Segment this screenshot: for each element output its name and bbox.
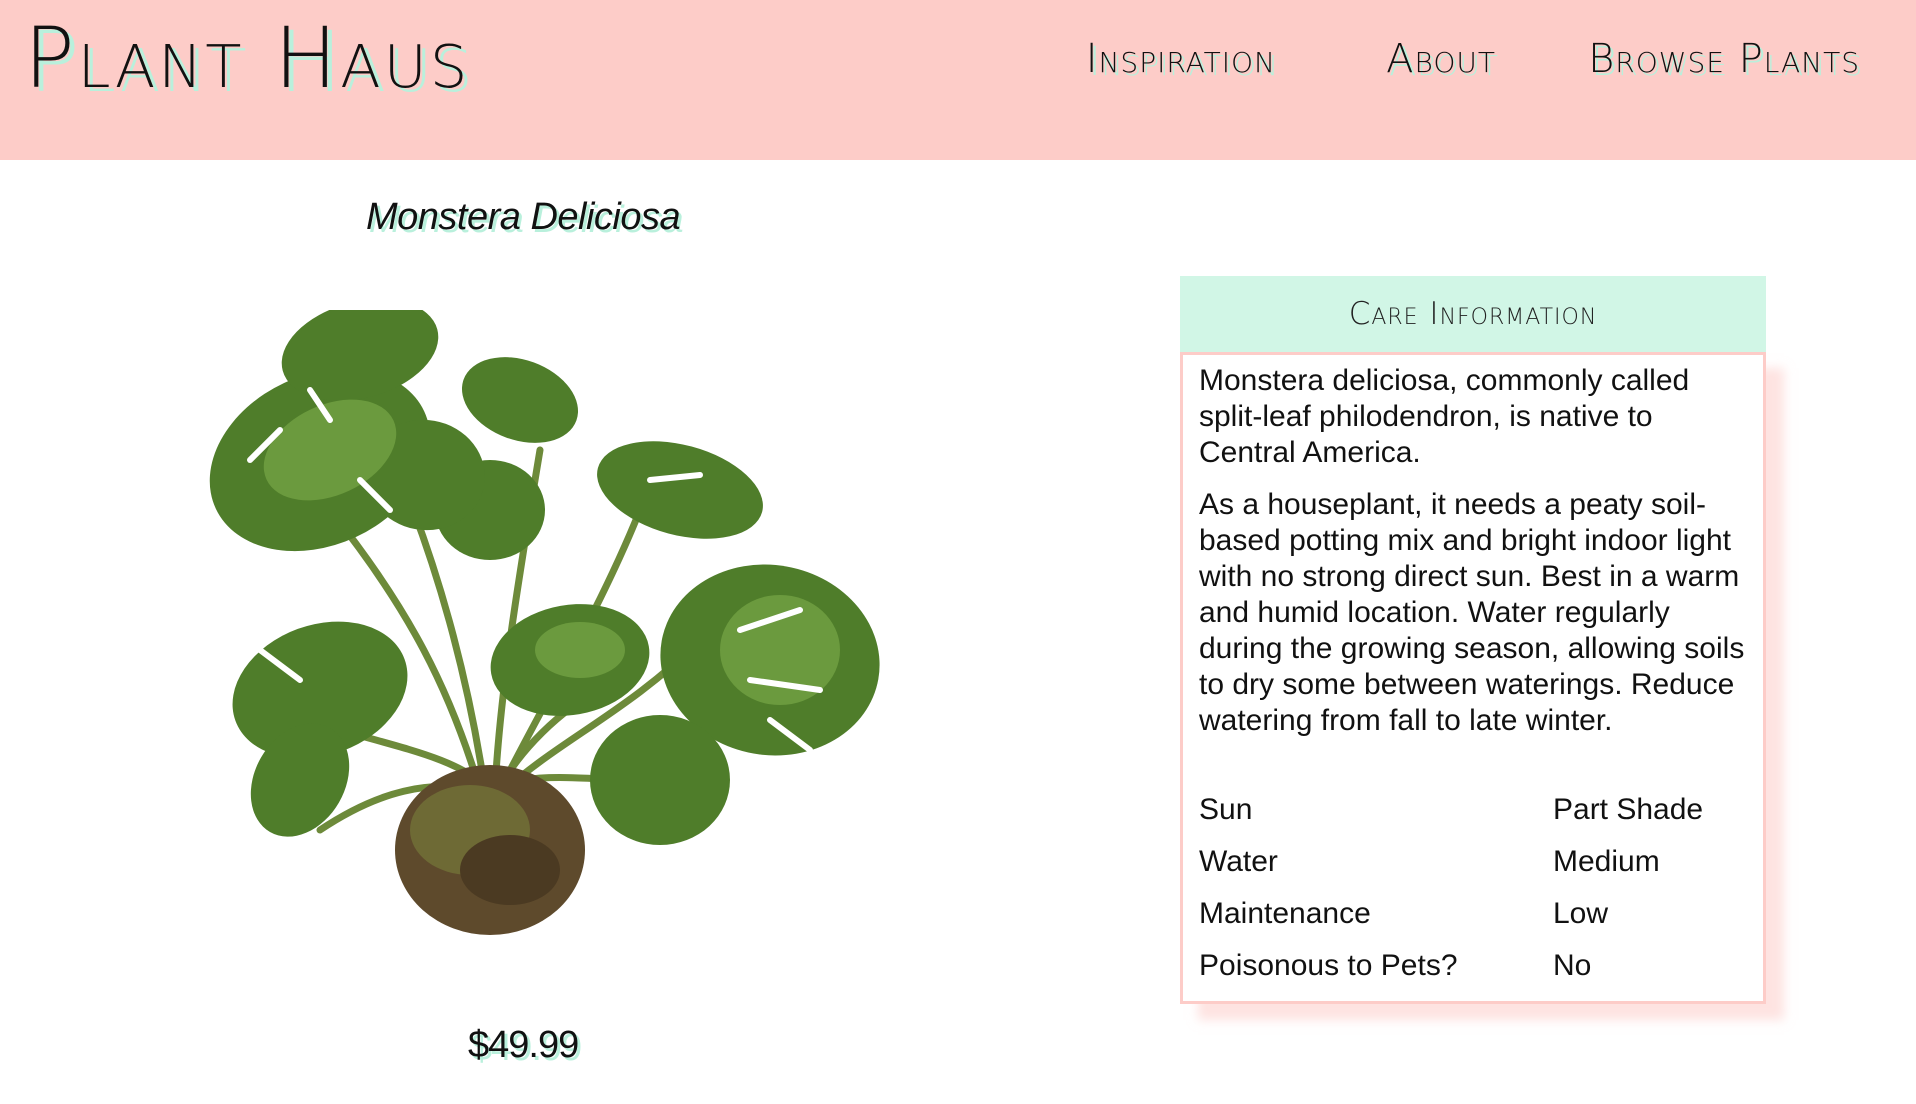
care-description: Monstera deliciosa, commonly called spli… — [1199, 363, 1755, 755]
site-header: Plant Haus Inspiration About Browse Plan… — [0, 0, 1916, 160]
nav-about[interactable]: About — [1386, 36, 1496, 82]
monstera-plant-image — [180, 299, 880, 960]
fact-value: Part Shade — [1553, 793, 1704, 826]
nav-browse-plants[interactable]: Browse Plants — [1588, 36, 1860, 82]
care-paragraph-1: Monstera deliciosa, commonly called spli… — [1199, 364, 1690, 469]
fact-value: Low — [1553, 897, 1609, 930]
fact-row-water: Water Medium — [1199, 845, 1755, 897]
fact-label: Poisonous to Pets? — [1199, 949, 1458, 982]
product-title: Monstera Deliciosa — [366, 196, 681, 238]
care-paragraph-2: As a houseplant, it needs a peaty soil-b… — [1199, 488, 1745, 737]
fact-row-maintenance: Maintenance Low — [1199, 897, 1755, 949]
fact-label: Water — [1199, 845, 1278, 878]
nav-inspiration[interactable]: Inspiration — [1086, 36, 1276, 82]
brand-logo[interactable]: Plant Haus — [24, 16, 470, 100]
fact-row-pets: Poisonous to Pets? No — [1199, 949, 1755, 1001]
fact-row-sun: Sun Part Shade — [1199, 793, 1755, 845]
care-info-heading: Care Information — [1180, 276, 1766, 352]
fact-value: Medium — [1553, 845, 1660, 878]
fact-value: No — [1553, 949, 1592, 982]
fact-label: Maintenance — [1199, 897, 1371, 930]
product-price: $49.99 — [468, 1024, 579, 1066]
care-facts: Sun Part Shade Water Medium Maintenance … — [1199, 793, 1755, 1001]
care-info-panel: Monstera deliciosa, commonly called spli… — [1180, 352, 1766, 1004]
fact-label: Sun — [1199, 793, 1253, 826]
